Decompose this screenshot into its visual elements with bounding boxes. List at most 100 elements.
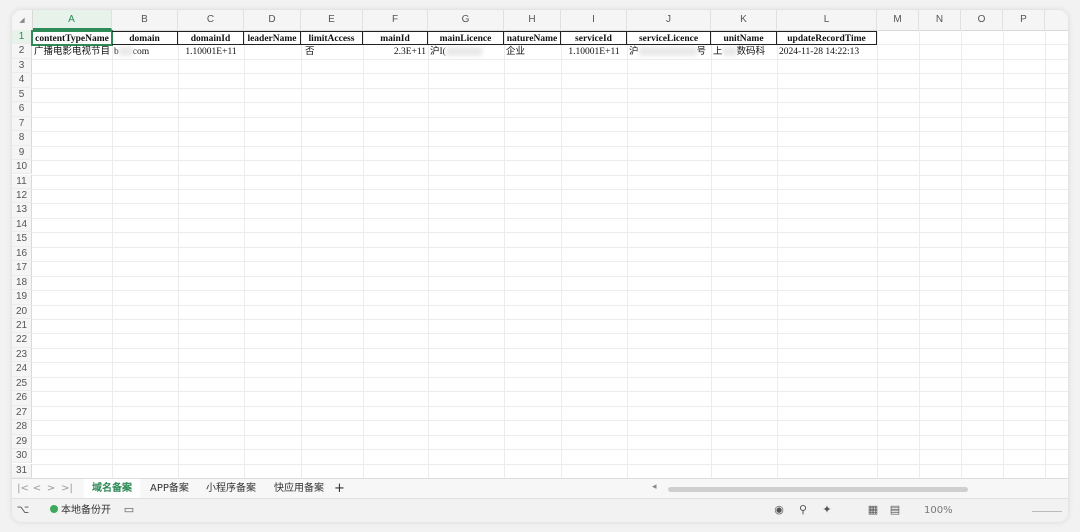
row-header-19[interactable]: 19 — [12, 290, 32, 305]
column-header-o[interactable]: O — [961, 10, 1003, 30]
header-cell-leadername[interactable]: leaderName — [244, 31, 301, 45]
row-header-8[interactable]: 8 — [12, 131, 32, 146]
column-header-l[interactable]: L — [777, 10, 877, 30]
column-header-c[interactable]: C — [178, 10, 244, 30]
row-header-31[interactable]: 31 — [12, 463, 32, 478]
horizontal-scrollbar[interactable]: ◂ — [652, 482, 1052, 494]
cell-a2[interactable]: 广播电影电视节目 — [32, 45, 112, 59]
row-header-20[interactable]: 20 — [12, 304, 32, 319]
row-header-13[interactable]: 13 — [12, 203, 32, 218]
row-header-24[interactable]: 24 — [12, 362, 32, 377]
header-cell-mainid[interactable]: mainId — [363, 31, 428, 45]
tab-app-record[interactable]: APP备案 — [142, 479, 197, 499]
gridline-vertical — [504, 30, 505, 478]
header-cell-limitaccess[interactable]: limitAccess — [301, 31, 363, 45]
row-header-29[interactable]: 29 — [12, 434, 32, 450]
row-header-3[interactable]: 3 — [12, 58, 32, 74]
local-backup-status[interactable]: 本地备份开 — [50, 499, 111, 522]
cell-l2[interactable]: 2024-11-28 14:22:13 — [777, 45, 877, 59]
sheet-grid[interactable]: ABCDEFGHIJKLMNOP ◢ 1 2 3 4 5 6 7 8 9 10 11 12 13 14 15… — [12, 10, 1068, 478]
prev-sheet-button[interactable]: < — [30, 481, 44, 497]
cell-i2[interactable]: 1.10001E+11 — [561, 45, 627, 59]
cell-h2[interactable]: 企业 — [504, 45, 561, 59]
column-header-j[interactable]: J — [627, 10, 711, 30]
last-sheet-button[interactable]: >| — [60, 481, 74, 497]
row-header-23[interactable]: 23 — [12, 347, 32, 363]
row-header-27[interactable]: 27 — [12, 405, 32, 421]
cell-g2[interactable]: 沪I( — [428, 45, 504, 59]
zoom-slider[interactable] — [1032, 511, 1062, 512]
row-header-11[interactable]: 11 — [12, 174, 32, 189]
cell-k2[interactable]: 上 数码科 — [711, 45, 777, 59]
column-header-h[interactable]: H — [504, 10, 561, 30]
row-header-12[interactable]: 12 — [12, 188, 32, 204]
column-header-k[interactable]: K — [711, 10, 777, 30]
row-header-26[interactable]: 26 — [12, 391, 32, 406]
row-header-17[interactable]: 17 — [12, 261, 32, 276]
tab-quickapp-record[interactable]: 快应用备案 — [266, 479, 332, 499]
column-header-g[interactable]: G — [428, 10, 504, 30]
macro-icon[interactable]: ⌥ — [16, 503, 30, 517]
column-header-d[interactable]: D — [244, 10, 301, 30]
page-view-icon[interactable]: ▤ — [888, 503, 902, 517]
doc-icon[interactable]: ▭ — [122, 503, 136, 517]
column-header-i[interactable]: I — [561, 10, 627, 30]
add-sheet-button[interactable]: + — [334, 479, 345, 499]
header-cell-contenttypename[interactable]: contentTypeName — [31, 30, 113, 46]
cell-b2[interactable]: b com — [112, 45, 178, 59]
row-header-10[interactable]: 10 — [12, 160, 32, 175]
gridline-horizontal — [32, 131, 1068, 133]
zoom-level[interactable]: 100% — [924, 499, 953, 522]
cell-e2[interactable]: 否 — [301, 45, 363, 59]
header-cell-servicelicence[interactable]: serviceLicence — [627, 31, 711, 45]
normal-view-icon[interactable]: ▦ — [866, 503, 880, 517]
header-cell-updaterecordtime[interactable]: updateRecordTime — [777, 31, 877, 45]
gridline-horizontal — [32, 232, 1068, 234]
row-header-7[interactable]: 7 — [12, 116, 32, 132]
header-cell-domain[interactable]: domain — [112, 31, 178, 45]
cell-k2-suffix: 数码科 — [736, 47, 766, 57]
row-header-9[interactable]: 9 — [12, 145, 32, 161]
column-header-f[interactable]: F — [363, 10, 428, 30]
scroll-left-icon[interactable]: ◂ — [652, 482, 657, 492]
pin-icon[interactable]: ✦ — [820, 503, 834, 517]
read-mode-icon[interactable]: ⚲ — [796, 503, 810, 517]
row-header-21[interactable]: 21 — [12, 319, 32, 334]
header-cell-domainid[interactable]: domainId — [178, 31, 244, 45]
cell-f2[interactable]: 2.3E+11 — [363, 45, 428, 59]
row-header-22[interactable]: 22 — [12, 333, 32, 348]
header-cell-mainlicence[interactable]: mainLicence — [428, 31, 504, 45]
gridline-horizontal — [32, 434, 1068, 436]
tab-miniprogram-record[interactable]: 小程序备案 — [198, 479, 264, 499]
row-header-30[interactable]: 30 — [12, 449, 32, 464]
row-header-5[interactable]: 5 — [12, 87, 32, 103]
gridline-horizontal — [32, 102, 1068, 104]
column-header-e[interactable]: E — [301, 10, 363, 30]
cell-j2[interactable]: 沪号 — [627, 45, 711, 59]
column-header-a[interactable]: A — [32, 10, 112, 30]
row-header-6[interactable]: 6 — [12, 102, 32, 117]
cell-c2[interactable]: 1.10001E+11 — [178, 45, 244, 59]
cell-d2[interactable] — [244, 45, 301, 59]
header-cell-serviceid[interactable]: serviceId — [561, 31, 627, 45]
select-all-corner[interactable]: ◢ — [12, 10, 33, 30]
scroll-thumb[interactable] — [668, 487, 968, 492]
row-header-28[interactable]: 28 — [12, 420, 32, 435]
row-header-2[interactable]: 2 — [12, 44, 32, 59]
column-header-b[interactable]: B — [112, 10, 178, 30]
column-header-p[interactable]: P — [1003, 10, 1045, 30]
header-cell-naturename[interactable]: natureName — [504, 31, 561, 45]
row-header-16[interactable]: 16 — [12, 246, 32, 262]
row-header-25[interactable]: 25 — [12, 376, 32, 392]
row-header-14[interactable]: 14 — [12, 217, 32, 233]
first-sheet-button[interactable]: |< — [16, 481, 30, 497]
row-header-1[interactable]: 1 — [12, 30, 32, 45]
row-header-18[interactable]: 18 — [12, 275, 32, 291]
row-header-15[interactable]: 15 — [12, 232, 32, 247]
column-header-n[interactable]: N — [919, 10, 961, 30]
eye-protect-icon[interactable]: ◉ — [772, 503, 786, 517]
column-header-m[interactable]: M — [877, 10, 919, 30]
row-header-4[interactable]: 4 — [12, 73, 32, 88]
header-cell-unitname[interactable]: unitName — [711, 31, 777, 45]
next-sheet-button[interactable]: > — [44, 481, 58, 497]
